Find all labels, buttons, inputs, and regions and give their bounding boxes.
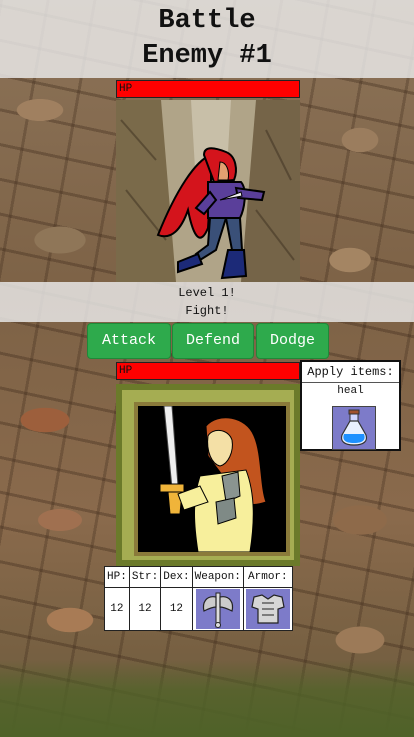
level-message: Level 1! <box>178 286 236 300</box>
stats-dex-value: 12 <box>160 587 193 631</box>
armor-icon-graphic <box>251 594 285 624</box>
player-hp-label: HP <box>119 365 133 377</box>
player-hp-bar: HP <box>116 362 300 380</box>
player-portrait <box>134 402 290 556</box>
axe-icon-graphic <box>202 592 233 628</box>
enemy-image <box>116 100 300 282</box>
potion-icon-graphic <box>340 409 368 446</box>
player-portrait-frame <box>116 384 300 566</box>
grass-strip <box>0 660 414 737</box>
stats-header-dex: Dex: <box>160 566 193 588</box>
stats-armor-cell <box>242 587 293 631</box>
stats-str-value: 12 <box>128 587 162 631</box>
armor-icon[interactable] <box>245 589 290 629</box>
defend-button[interactable]: Defend <box>172 323 254 359</box>
stats-table: HP: Str: Dex: Weapon: Armor: 12 12 12 <box>104 566 293 631</box>
enemy-hp-label: HP <box>119 83 133 95</box>
axe-icon[interactable] <box>195 589 240 629</box>
items-panel: Apply items: heal <box>300 360 401 451</box>
player-image <box>138 406 286 552</box>
attack-button[interactable]: Attack <box>87 323 171 359</box>
potion-icon[interactable] <box>332 406 376 450</box>
fight-message: Fight! <box>185 304 229 318</box>
stats-hp-value: 12 <box>104 587 130 631</box>
stats-header-weapon: Weapon: <box>191 566 244 588</box>
stats-weapon-cell <box>191 587 244 631</box>
stats-header-row: HP: Str: Dex: Weapon: Armor: <box>104 566 293 588</box>
title-line-2: Enemy #1 <box>142 41 272 71</box>
title-line-1: Battle <box>158 6 256 36</box>
stats-header-hp: HP: <box>104 566 130 588</box>
stats-header-armor: Armor: <box>242 566 293 588</box>
item-name-heal: heal <box>337 385 364 397</box>
stats-value-row: 12 12 12 <box>104 587 293 631</box>
page-title: Battle Enemy #1 <box>0 4 414 74</box>
items-header: Apply items: <box>302 362 399 383</box>
stats-header-str: Str: <box>128 566 162 588</box>
enemy-hp-bar: HP <box>116 80 300 98</box>
dodge-button[interactable]: Dodge <box>256 323 329 359</box>
enemy-portrait <box>116 100 300 282</box>
